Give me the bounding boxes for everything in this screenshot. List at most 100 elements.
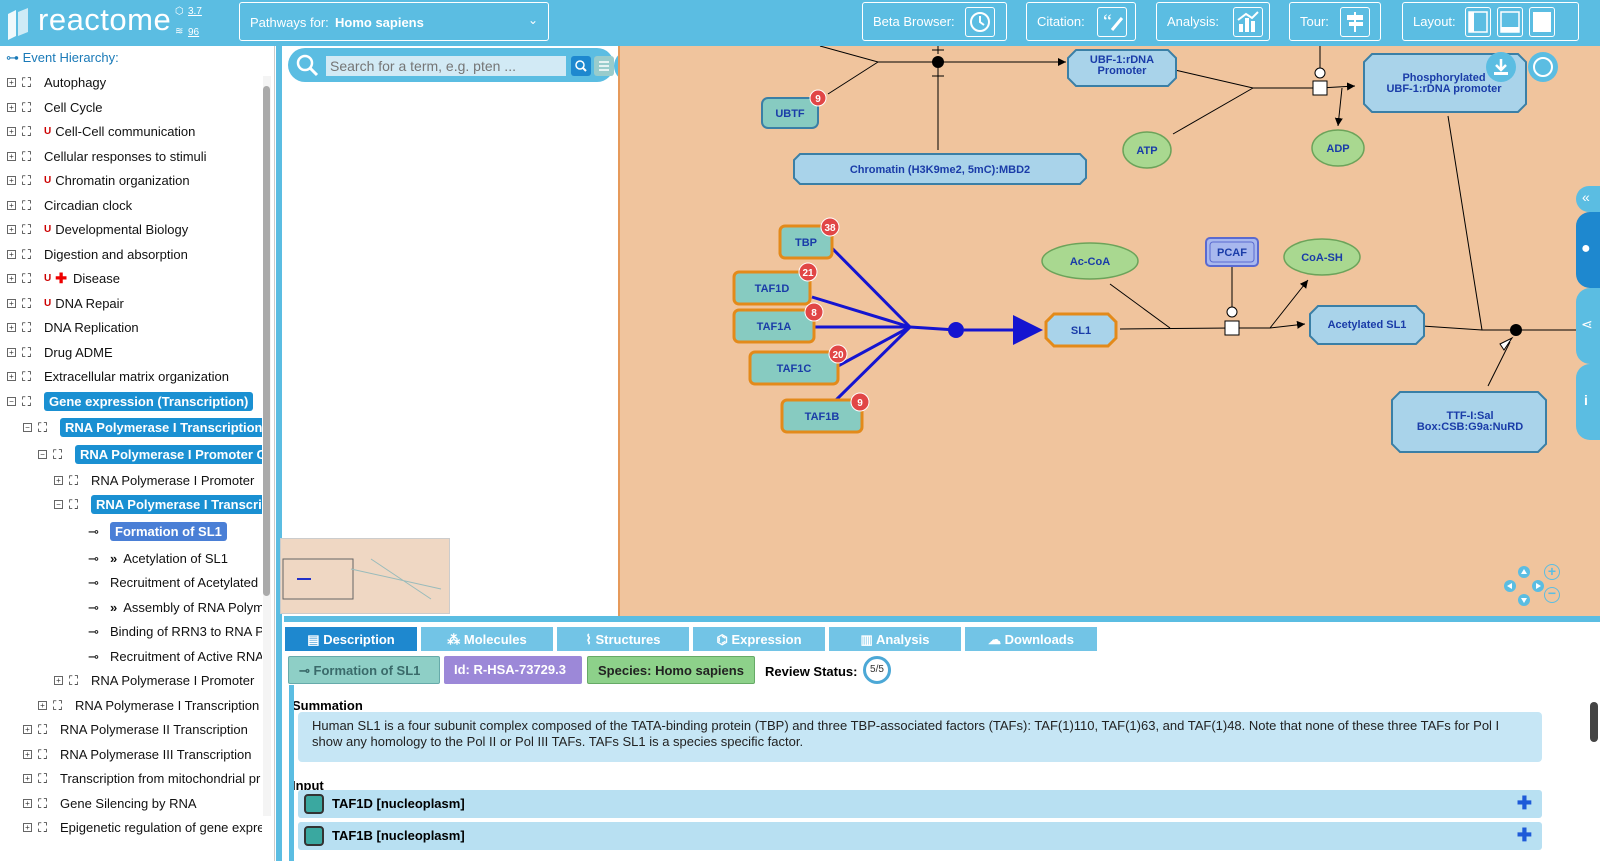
tab-description[interactable]: ▤ Description [284, 626, 418, 652]
tree-item-gene-silencing[interactable]: + ⛶ Gene Silencing by RNA [23, 791, 197, 815]
expand-icon[interactable]: + [23, 749, 32, 759]
node-tbp[interactable]: TBP 38 [778, 217, 840, 260]
version-link-2[interactable]: 96 [188, 27, 199, 38]
pathway-diagram[interactable]: UBTF 9 UBF-1:rDNA Promoter Phosphorylate… [618, 46, 1600, 618]
input-item[interactable]: TAF1B [nucleoplasm] ✚ [298, 822, 1542, 850]
layout-bottom-button[interactable] [1497, 7, 1523, 37]
expand-icon[interactable]: + [7, 322, 16, 332]
tree-item-drug-adme[interactable]: + ⛶ Drug ADME [7, 340, 113, 364]
expand-icon[interactable]: + [7, 126, 16, 136]
tree-item-pol1-promoter[interactable]: + ⛶ RNA Polymerase I Promoter [54, 468, 254, 492]
collapse-icon[interactable]: − [23, 422, 32, 432]
collapse-icon[interactable]: − [38, 449, 47, 459]
expand-plus-icon[interactable]: ✚ [1517, 793, 1532, 814]
input-item[interactable]: TAF1D [nucleoplasm] ✚ [298, 790, 1542, 818]
expand-icon[interactable]: + [7, 273, 16, 283]
expand-icon[interactable]: + [7, 298, 16, 308]
citation-button[interactable]: “ [1097, 7, 1127, 37]
tree-item-dna-repair[interactable]: + ⛶ U DNA Repair [7, 291, 124, 315]
collapse-side-panel-button[interactable]: « [1576, 186, 1600, 212]
tree-item-formation-sl1[interactable]: ⊸ Formation of SL1 [88, 519, 227, 543]
tree-scroll-thumb[interactable] [263, 86, 270, 596]
expand-icon[interactable]: + [23, 724, 32, 734]
tab-downloads[interactable]: ☁ Downloads [964, 626, 1098, 652]
collapse-icon[interactable]: − [7, 396, 16, 406]
analysis-button[interactable] [1233, 7, 1263, 37]
node-ubtf[interactable]: UBTF 9 [761, 89, 827, 129]
tree-item-chromatin[interactable]: + ⛶ U Chromatin organization [7, 168, 190, 192]
tree-item-pol1-transcription-2[interactable]: + ⛶ RNA Polymerase I Transcription [38, 693, 259, 717]
tab-expression[interactable]: ⌬ Expression [692, 626, 826, 652]
node-adp[interactable]: ADP [1311, 129, 1365, 167]
collapse-icon[interactable]: − [54, 499, 63, 509]
details-scroll-thumb[interactable] [1590, 702, 1598, 742]
expand-icon[interactable]: + [54, 475, 63, 485]
search-input[interactable] [326, 56, 566, 76]
layout-right-button[interactable] [1529, 7, 1555, 37]
tree-item-cell-cell[interactable]: + ⛶ U Cell-Cell communication [7, 119, 195, 143]
download-diagram-button[interactable] [1486, 52, 1516, 82]
search-submit-button[interactable] [571, 56, 591, 76]
tree-item-dna-replication[interactable]: + ⛶ DNA Replication [7, 315, 139, 339]
expand-icon[interactable]: + [7, 200, 16, 210]
layout-left-button[interactable] [1465, 7, 1491, 37]
expand-icon[interactable]: + [38, 700, 47, 710]
node-acoa[interactable]: Ac-CoA [1041, 242, 1139, 280]
illustration-button[interactable] [1528, 52, 1558, 82]
node-ubf-promoter[interactable]: UBF-1:rDNA Promoter [1067, 49, 1177, 87]
node-pcaf[interactable]: PCAF [1205, 237, 1259, 267]
reactome-logo[interactable]: reactome [4, 2, 184, 42]
node-sl1[interactable]: SL1 [1044, 312, 1118, 348]
tree-item-epigenetic[interactable]: + ⛶ Epigenetic regulation of gene expre [23, 815, 262, 839]
side-tab-info[interactable]: i [1576, 364, 1600, 440]
node-coa-sh[interactable]: CoA-SH [1283, 238, 1361, 276]
tree-item-pol1-transcription[interactable]: − ⛶ RNA Polymerase I Transcription [23, 415, 262, 439]
node-atp[interactable]: ATP [1122, 131, 1172, 169]
tree-item-recruitment-active[interactable]: ⊸ Recruitment of Active RNA [88, 644, 262, 668]
tree-item-disease[interactable]: + ⛶ U ✚ Disease [7, 266, 120, 290]
tour-button[interactable] [1340, 7, 1370, 37]
tree-item-assembly[interactable]: ⊸ » Assembly of RNA Polym [88, 595, 262, 619]
tree-item-cell-cycle[interactable]: + ⛶ Cell Cycle [7, 95, 103, 119]
tree-item-developmental[interactable]: + ⛶ U Developmental Biology [7, 217, 188, 241]
tree-item-pol1-promoter-c[interactable]: − ⛶ RNA Polymerase I Promoter C [38, 442, 262, 466]
expand-icon[interactable]: + [23, 773, 32, 783]
tree-item-binding-rrn3[interactable]: ⊸ Binding of RRN3 to RNA P [88, 619, 262, 643]
expand-plus-icon[interactable]: ✚ [1517, 825, 1532, 846]
search-options-button[interactable] [594, 56, 614, 76]
tab-analysis[interactable]: ▥ Analysis [828, 626, 962, 652]
sidebar-splitter[interactable] [276, 46, 282, 861]
tree-item-acetylation-sl1[interactable]: ⊸ » Acetylation of SL1 [88, 546, 228, 570]
species-selector[interactable]: Pathways for: Homo sapiens ⌄ [239, 2, 549, 41]
tree-item-pol1-transcri[interactable]: − ⛶ RNA Polymerase I Transcri [54, 492, 262, 516]
node-ttf-complex[interactable]: TTF-I:Sal Box:CSB:G9a:NuRD [1391, 391, 1547, 453]
zoom-in-button[interactable]: + [1544, 564, 1560, 580]
tree-item-pol1-promoter-2[interactable]: + ⛶ RNA Polymerase I Promoter [54, 668, 254, 692]
tree-item-autophagy[interactable]: + ⛶ Autophagy [7, 70, 106, 94]
expand-icon[interactable]: + [7, 347, 16, 357]
tab-molecules[interactable]: ⁂ Molecules [420, 626, 554, 652]
expand-icon[interactable]: + [54, 675, 63, 685]
expand-icon[interactable]: + [7, 77, 16, 87]
expand-icon[interactable]: + [7, 249, 16, 259]
node-taf1b[interactable]: TAF1B 9 [780, 392, 870, 434]
beta-browser-button[interactable] [965, 7, 995, 37]
node-taf1c[interactable]: TAF1C 20 [748, 344, 848, 386]
tree-item-pol2-transcription[interactable]: + ⛶ RNA Polymerase II Transcription [23, 717, 248, 741]
tree-item-gene-expression[interactable]: − ⛶ Gene expression (Transcription) [7, 389, 254, 413]
tab-structures[interactable]: ⌇ Structures [556, 626, 690, 652]
tree-item-digestion[interactable]: + ⛶ Digestion and absorption [7, 242, 188, 266]
side-tab-share[interactable]: ⋖ [1576, 288, 1600, 364]
tree-item-cellular-responses[interactable]: + ⛶ Cellular responses to stimuli [7, 144, 207, 168]
node-taf1d[interactable]: TAF1D 21 [732, 262, 818, 306]
expand-icon[interactable]: + [7, 224, 16, 234]
tree-item-mito-transcription[interactable]: + ⛶ Transcription from mitochondrial pr [23, 766, 260, 790]
expand-icon[interactable]: + [7, 102, 16, 112]
tree-item-ecm[interactable]: + ⛶ Extracellular matrix organization [7, 364, 229, 388]
diagram-thumbnail[interactable] [280, 538, 450, 614]
zoom-out-button[interactable]: − [1544, 586, 1560, 603]
expand-icon[interactable]: + [7, 151, 16, 161]
expand-icon[interactable]: + [23, 822, 32, 832]
node-taf1a[interactable]: TAF1A 8 [732, 302, 824, 344]
version-link-1[interactable]: 3.7 [188, 6, 202, 17]
